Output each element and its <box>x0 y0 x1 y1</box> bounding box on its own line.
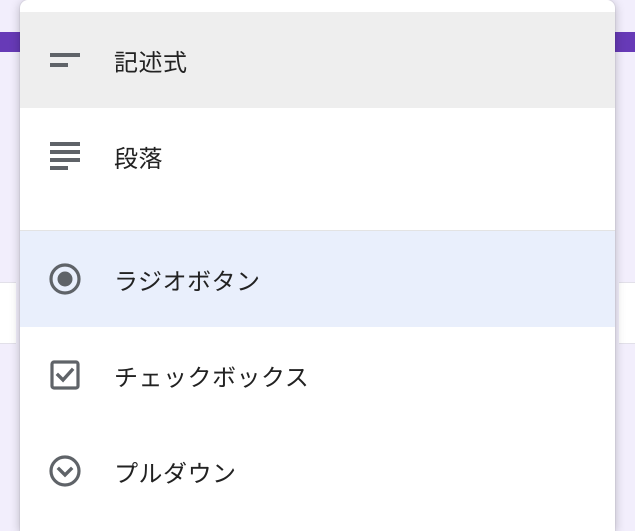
menu-item-short-answer[interactable]: 記述式 <box>20 12 615 108</box>
accent-stripe-right <box>615 32 635 52</box>
menu-item-label: ラジオボタン <box>114 262 589 297</box>
menu-item-radio[interactable]: ラジオボタン <box>20 231 615 327</box>
menu-item-checkbox[interactable]: チェックボックス <box>20 327 615 423</box>
dropdown-icon <box>46 454 84 488</box>
checkbox-icon <box>46 359 84 391</box>
menu-item-dropdown[interactable]: プルダウン <box>20 423 615 519</box>
paragraph-icon <box>46 142 84 170</box>
bg-stripe-right <box>619 282 635 344</box>
menu-item-paragraph[interactable]: 段落 <box>20 108 615 204</box>
accent-stripe-left <box>0 32 20 52</box>
question-type-menu: 記述式 段落 ラジオボタン <box>20 0 615 531</box>
bg-stripe-left <box>0 282 16 344</box>
menu-item-label: 段落 <box>114 139 589 174</box>
menu-item-label: 記述式 <box>114 43 589 78</box>
menu-item-label: プルダウン <box>114 454 589 489</box>
short-text-icon <box>46 50 84 70</box>
radio-icon <box>46 262 84 296</box>
menu-item-label: チェックボックス <box>114 358 589 393</box>
